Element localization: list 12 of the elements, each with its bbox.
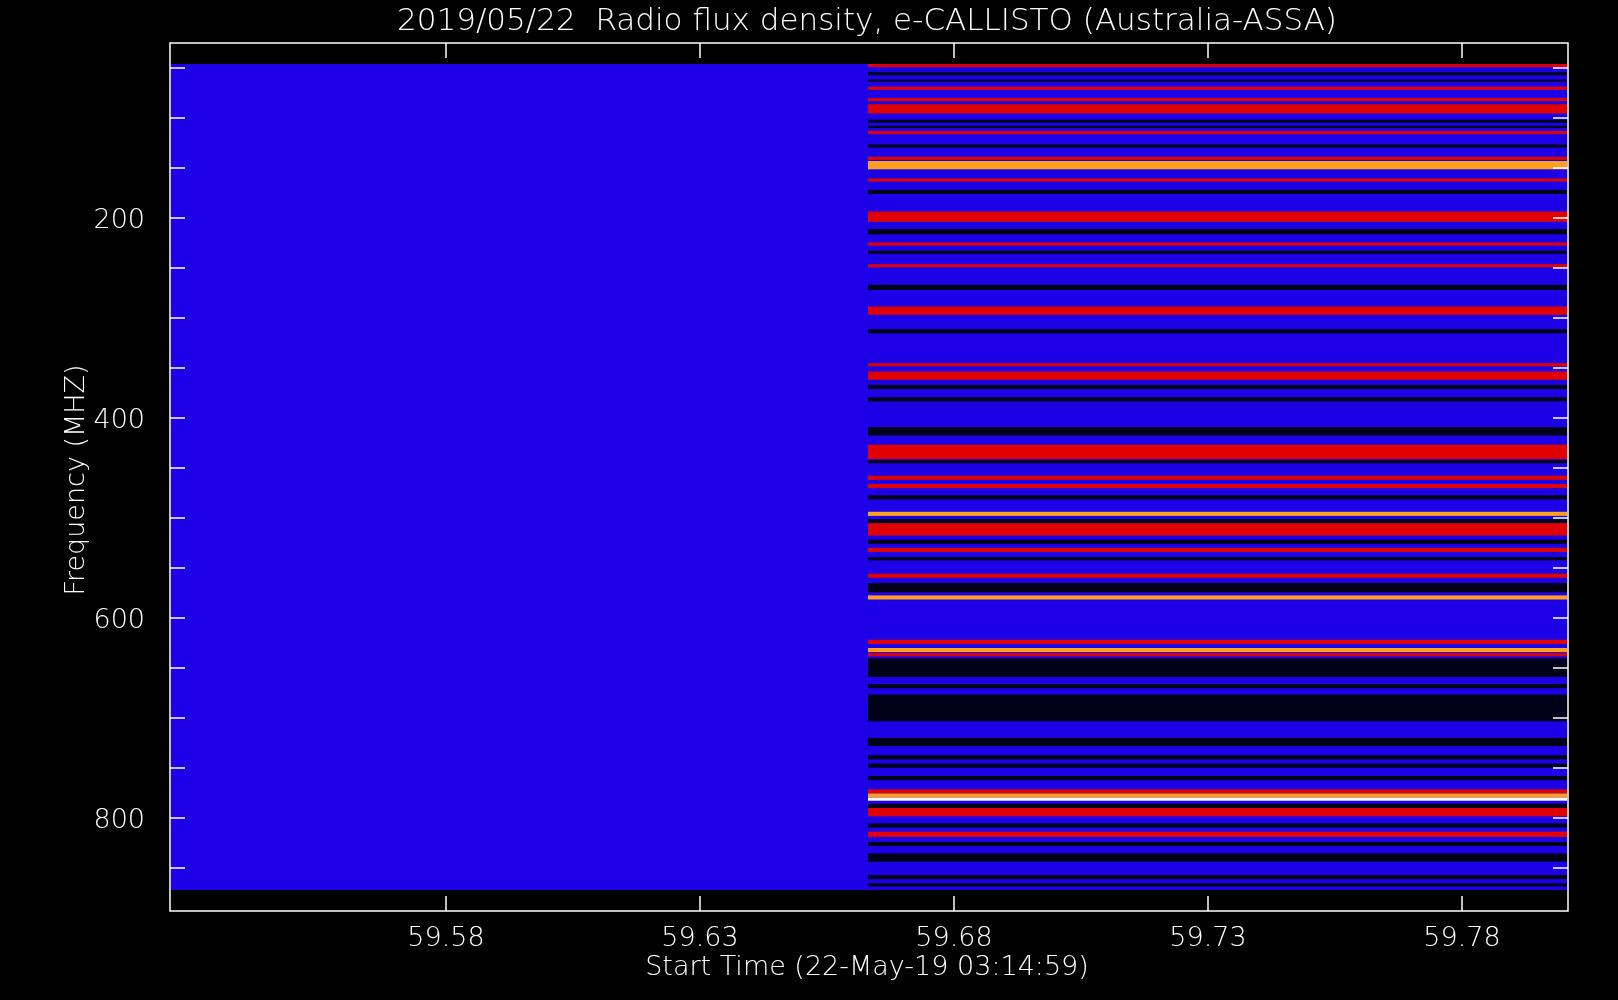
y-axis-label: Frequency (MHZ) [59,364,90,596]
x-tick-label: 59.68 [915,921,993,952]
y-tick-label: 400 [93,403,145,434]
x-tick-label: 59.73 [1169,921,1247,952]
x-tick-label: 59.78 [1423,921,1501,952]
y-tick-label: 800 [93,803,145,834]
y-tick-label: 600 [93,603,145,634]
x-tick-label: 59.58 [407,921,485,952]
x-tick-label: 59.63 [661,921,739,952]
x-axis-label: Start Time (22-May-19 03:14:59) [645,950,1089,981]
y-tick-label: 200 [93,203,145,234]
chart-title: 2019/05/22 Radio flux density, e-CALLISTO (Australia-ASSA) [397,1,1337,37]
